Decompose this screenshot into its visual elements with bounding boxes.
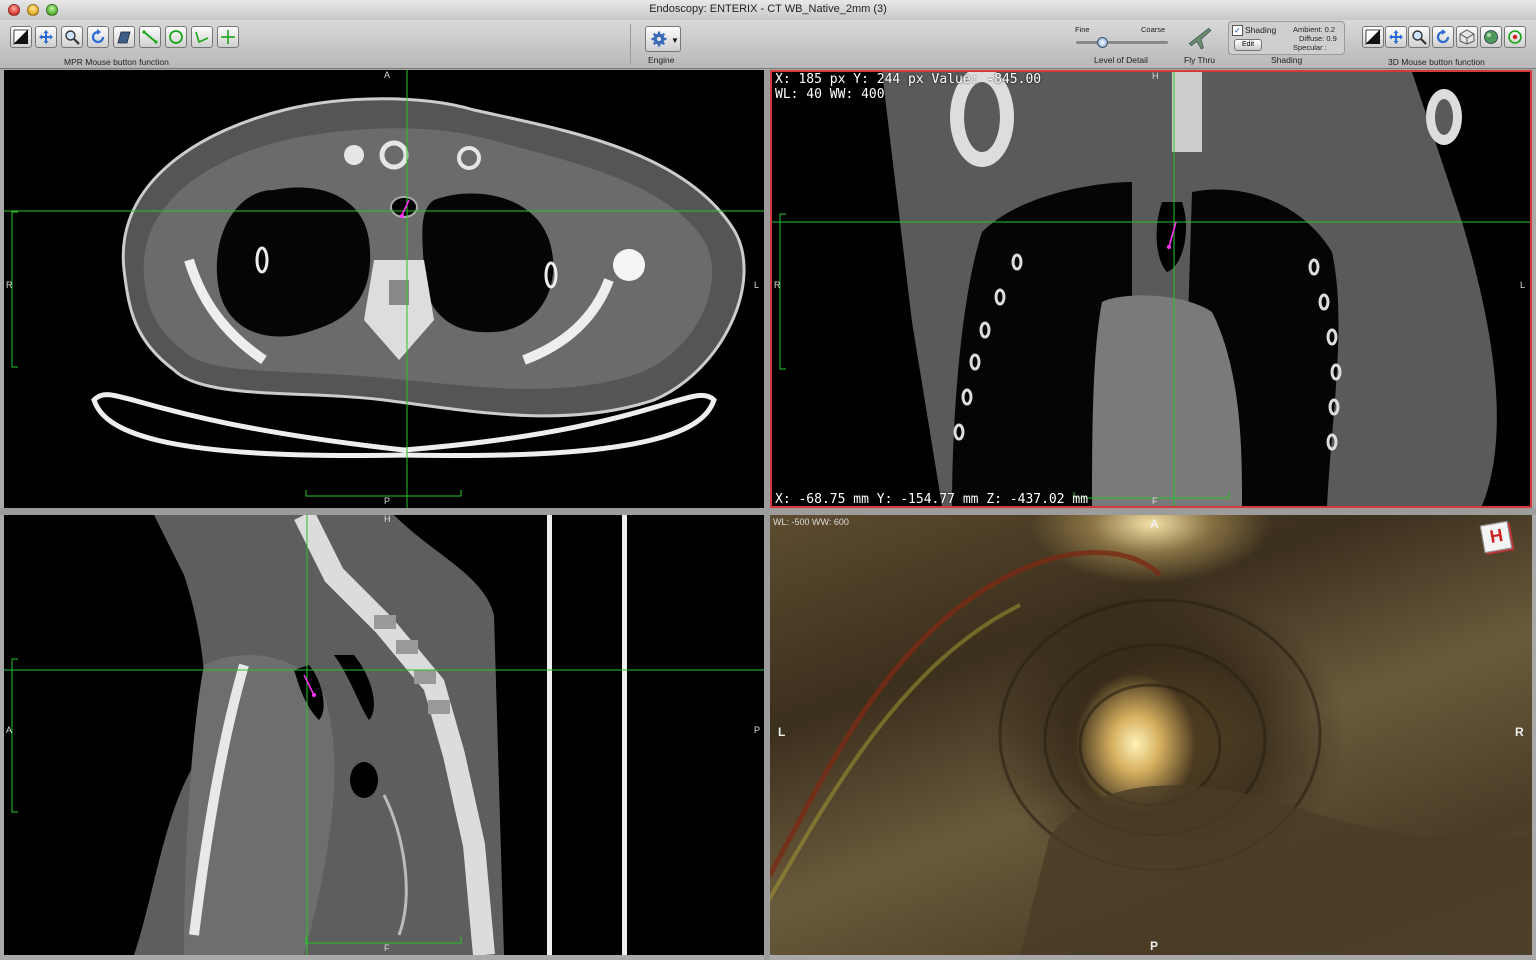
3d-sphere-tool-button[interactable]	[1480, 26, 1502, 48]
ambient-value: Ambient: 0.2	[1293, 25, 1336, 34]
specular-value: Specular :	[1293, 43, 1327, 52]
axial-orientation-bottom: P	[384, 496, 391, 506]
coronal-orientation-top: H	[1152, 71, 1159, 81]
endoscopy-3d-viewport[interactable]: WL: -500 WW: 600 A P L R H	[770, 515, 1532, 955]
sagittal-orientation-left: A	[6, 725, 13, 735]
measure-line-tool-button[interactable]	[139, 26, 161, 48]
measure-line-icon	[142, 30, 158, 44]
title-bar: Endoscopy: ENTERIX - CT WB_Native_2mm (3…	[0, 0, 1536, 21]
window-level-icon	[1365, 29, 1381, 45]
coronal-orientation-right: L	[1520, 280, 1526, 290]
rotate-tool-button[interactable]	[87, 26, 109, 48]
airplane-icon	[1188, 27, 1212, 50]
fly-thru-caption: Fly Thru	[1184, 55, 1216, 65]
coronal-ct-image	[772, 72, 1530, 506]
rotate-icon	[91, 29, 105, 44]
volume-cube-icon	[1459, 29, 1475, 45]
3d-rotate-tool-button[interactable]	[1432, 26, 1454, 48]
mpr-tools-caption: MPR Mouse button function	[64, 57, 169, 67]
3d-window-level-tool-button[interactable]	[1362, 26, 1384, 48]
shading-caption: Shading	[1271, 55, 1303, 65]
shading-edit-button[interactable]: Edit	[1234, 39, 1262, 51]
coronal-pixel-info: X: 185 px Y: 244 px Value: -845.00	[775, 72, 1042, 87]
window-level-icon	[13, 29, 29, 45]
roi-circle-icon	[169, 30, 183, 44]
chevron-down-icon: ▼	[671, 36, 679, 45]
sagittal-orientation-right: P	[754, 725, 761, 735]
axial-viewport[interactable]: A P R L	[4, 70, 764, 508]
endoscopy-orientation-left: L	[778, 725, 786, 739]
zoom-icon	[65, 30, 80, 45]
move-icon	[1389, 30, 1403, 44]
zoom-tool-button[interactable]	[61, 26, 83, 48]
3d-move-tool-button[interactable]	[1385, 26, 1407, 48]
lod-fine-label: Fine	[1075, 25, 1090, 34]
toolbar-separator	[630, 24, 631, 64]
move-icon	[39, 30, 53, 44]
orientation-cube-label: H	[1488, 524, 1505, 547]
toolbar: MPR Mouse button function ▼ Engine Fine …	[0, 20, 1536, 69]
shading-panel: ✓ Shading Edit Ambient: 0.2 Diffuse: 0.9…	[1228, 21, 1345, 55]
coronal-orientation-left: R	[774, 280, 781, 290]
lod-slider[interactable]	[1076, 37, 1168, 49]
lod-caption: Level of Detail	[1094, 55, 1148, 65]
axial-orientation-top: A	[384, 70, 391, 80]
coronal-window-level: WL: 40 WW: 400	[775, 87, 885, 102]
3d-tool-group: 3D Mouse button function	[1360, 22, 1536, 68]
zoom-icon	[1412, 30, 1427, 45]
axial-ct-image	[4, 70, 764, 508]
sagittal-ct-image	[4, 515, 764, 955]
diffuse-value: Diffuse: 0.9	[1299, 34, 1337, 43]
axial-orientation-right: L	[754, 280, 760, 290]
orientation-cube-icon[interactable]: H	[1479, 520, 1513, 554]
sphere-icon	[1484, 30, 1498, 44]
crosshair-plus-tool-button[interactable]	[217, 26, 239, 48]
shading-label: Shading	[1245, 25, 1277, 35]
endoscopy-render	[770, 550, 1532, 955]
window-level-tool-button[interactable]	[10, 26, 32, 48]
sagittal-orientation-bottom: F	[384, 943, 390, 953]
engine-caption: Engine	[648, 55, 675, 65]
window-title: Endoscopy: ENTERIX - CT WB_Native_2mm (3…	[649, 3, 887, 15]
endoscopy-orientation-top: A	[1150, 517, 1159, 531]
rotate-icon	[1436, 29, 1450, 44]
endoscopy-orientation-right: R	[1515, 725, 1524, 739]
coronal-orientation-bottom: F	[1152, 496, 1158, 506]
sagittal-viewport[interactable]: H F A P	[4, 515, 764, 955]
crosshair-plus-icon	[221, 30, 235, 44]
lod-slider-thumb[interactable]	[1096, 37, 1108, 48]
sagittal-orientation-top: H	[384, 515, 391, 524]
gear-icon	[651, 31, 667, 47]
shading-checkbox[interactable]: ✓	[1232, 25, 1243, 36]
slab-icon	[117, 31, 131, 44]
roi-circle-tool-button[interactable]	[165, 26, 187, 48]
3d-zoom-tool-button[interactable]	[1408, 26, 1430, 48]
angle-icon	[195, 31, 209, 44]
endoscopy-window-level: WL: -500 WW: 600	[773, 517, 849, 527]
lod-coarse-label: Coarse	[1141, 25, 1166, 34]
axial-orientation-left: R	[6, 280, 13, 290]
angle-tool-button[interactable]	[191, 26, 213, 48]
endoscopy-orientation-bottom: P	[1150, 939, 1159, 953]
lod-slider-track	[1076, 41, 1168, 44]
mpr-tool-group: MPR Mouse button function	[0, 22, 240, 68]
engine-menu-button[interactable]: ▼	[645, 26, 681, 52]
coronal-viewport[interactable]: X: 185 px Y: 244 px Value: -845.00 WL: 4…	[770, 70, 1532, 508]
move-tool-button[interactable]	[35, 26, 57, 48]
3d-volume-tool-button[interactable]	[1456, 26, 1478, 48]
3d-target-tool-button[interactable]	[1504, 26, 1526, 48]
fly-thru-button[interactable]	[1186, 24, 1216, 52]
slab-tool-button[interactable]	[113, 26, 135, 48]
coronal-mm-coordinates: X: -68.75 mm Y: -154.77 mm Z: -437.02 mm	[775, 492, 1089, 507]
target-icon	[1508, 30, 1522, 44]
3d-tools-caption: 3D Mouse button function	[1388, 57, 1485, 67]
